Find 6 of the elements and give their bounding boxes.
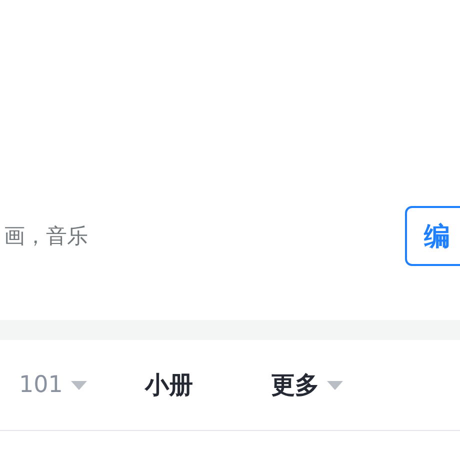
edit-button[interactable]: 编 <box>405 206 460 266</box>
caret-icon[interactable] <box>70 380 87 390</box>
caret-icon[interactable] <box>326 380 343 390</box>
tab-label[interactable]: 小册 <box>144 369 193 401</box>
interests-text: 画，音乐 <box>4 223 89 250</box>
tab-label[interactable]: 更多 <box>270 369 319 401</box>
